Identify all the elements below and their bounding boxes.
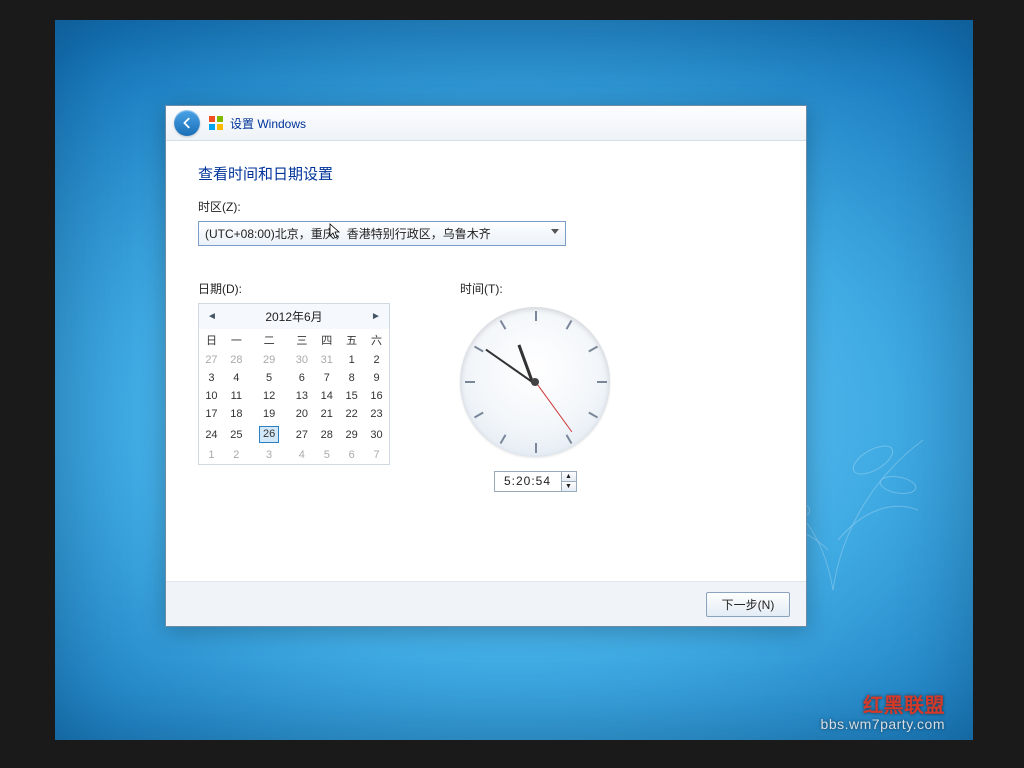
date-label: 日期(D): bbox=[198, 280, 390, 297]
dialog-title: 设置 Windows bbox=[230, 115, 306, 132]
calendar-day[interactable]: 27 bbox=[199, 351, 224, 369]
watermark: 红黑联盟 bbs.wm7party.com bbox=[821, 696, 945, 732]
calendar-grid: 日一二三四五六 27282930311234567891011121314151… bbox=[199, 329, 389, 464]
calendar-day[interactable]: 8 bbox=[339, 369, 364, 387]
mouse-cursor bbox=[329, 223, 341, 239]
clock-second-hand bbox=[535, 381, 572, 432]
calendar-day[interactable]: 31 bbox=[314, 351, 339, 369]
calendar-day[interactable]: 6 bbox=[339, 446, 364, 464]
time-spinner[interactable]: 5:20:54 ▲ ▼ bbox=[494, 471, 577, 492]
analog-clock bbox=[460, 307, 610, 457]
calendar-day[interactable]: 16 bbox=[364, 387, 389, 405]
calendar-day[interactable]: 19 bbox=[249, 405, 290, 423]
calendar-header: ◄ 2012年6月 ► bbox=[199, 304, 389, 329]
calendar-day[interactable]: 3 bbox=[249, 446, 290, 464]
calendar-day[interactable]: 14 bbox=[314, 387, 339, 405]
calendar-day[interactable]: 13 bbox=[289, 387, 314, 405]
time-spin-down[interactable]: ▼ bbox=[562, 482, 576, 491]
calendar-day[interactable]: 5 bbox=[249, 369, 290, 387]
timezone-value: (UTC+08:00)北京，重庆，香港特别行政区，乌鲁木齐 bbox=[205, 227, 491, 241]
monitor-frame: 设置 Windows 查看时间和日期设置 时区(Z): (UTC+08:00)北… bbox=[0, 0, 1024, 768]
calendar-day[interactable]: 1 bbox=[199, 446, 224, 464]
calendar-day[interactable]: 28 bbox=[224, 351, 249, 369]
calendar-weekday: 五 bbox=[339, 329, 364, 351]
watermark-url: bbs.wm7party.com bbox=[821, 716, 945, 732]
calendar-day[interactable]: 17 bbox=[199, 405, 224, 423]
calendar-day[interactable]: 12 bbox=[249, 387, 290, 405]
date-column: 日期(D): ◄ 2012年6月 ► 日一二三四五六 2728293031123… bbox=[198, 280, 390, 492]
calendar-day[interactable]: 7 bbox=[314, 369, 339, 387]
clock-hub bbox=[531, 378, 539, 386]
calendar-day[interactable]: 28 bbox=[314, 423, 339, 446]
time-value[interactable]: 5:20:54 bbox=[495, 472, 561, 491]
calendar-day[interactable]: 4 bbox=[224, 369, 249, 387]
calendar-day[interactable]: 4 bbox=[289, 446, 314, 464]
calendar-day[interactable]: 30 bbox=[364, 423, 389, 446]
calendar-day[interactable]: 27 bbox=[289, 423, 314, 446]
calendar-day[interactable]: 30 bbox=[289, 351, 314, 369]
calendar-day[interactable]: 22 bbox=[339, 405, 364, 423]
calendar-day[interactable]: 23 bbox=[364, 405, 389, 423]
calendar-day[interactable]: 20 bbox=[289, 405, 314, 423]
desktop-background: 设置 Windows 查看时间和日期设置 时区(Z): (UTC+08:00)北… bbox=[55, 20, 973, 740]
calendar-next-button[interactable]: ► bbox=[369, 310, 383, 324]
calendar-day[interactable]: 5 bbox=[314, 446, 339, 464]
calendar-day[interactable]: 26 bbox=[249, 423, 290, 446]
calendar-day[interactable]: 18 bbox=[224, 405, 249, 423]
calendar-weekday: 三 bbox=[289, 329, 314, 351]
calendar-day[interactable]: 21 bbox=[314, 405, 339, 423]
calendar-weekday: 四 bbox=[314, 329, 339, 351]
dialog-header: 设置 Windows bbox=[166, 106, 806, 141]
watermark-logo: 红黑联盟 bbox=[821, 696, 945, 716]
calendar-day[interactable]: 10 bbox=[199, 387, 224, 405]
calendar-weekday: 二 bbox=[249, 329, 290, 351]
calendar-day[interactable]: 7 bbox=[364, 446, 389, 464]
calendar-month-title: 2012年6月 bbox=[265, 308, 322, 325]
calendar-day[interactable]: 29 bbox=[249, 351, 290, 369]
calendar-weekday: 一 bbox=[224, 329, 249, 351]
calendar-weekday: 六 bbox=[364, 329, 389, 351]
calendar-day[interactable]: 3 bbox=[199, 369, 224, 387]
next-button[interactable]: 下一步(N) bbox=[706, 592, 790, 617]
dialog-footer: 下一步(N) bbox=[166, 581, 806, 626]
calendar-day[interactable]: 6 bbox=[289, 369, 314, 387]
calendar-day[interactable]: 29 bbox=[339, 423, 364, 446]
calendar-day[interactable]: 24 bbox=[199, 423, 224, 446]
calendar-day[interactable]: 25 bbox=[224, 423, 249, 446]
calendar-day[interactable]: 2 bbox=[224, 446, 249, 464]
calendar[interactable]: ◄ 2012年6月 ► 日一二三四五六 27282930311234567891… bbox=[198, 303, 390, 465]
calendar-day[interactable]: 1 bbox=[339, 351, 364, 369]
calendar-day[interactable]: 9 bbox=[364, 369, 389, 387]
time-column: 时间(T): 5:20:54 ▲ ▼ bbox=[460, 280, 610, 492]
time-label: 时间(T): bbox=[460, 280, 503, 297]
calendar-day[interactable]: 2 bbox=[364, 351, 389, 369]
page-title: 查看时间和日期设置 bbox=[198, 163, 774, 184]
calendar-weekday: 日 bbox=[199, 329, 224, 351]
back-button[interactable] bbox=[174, 110, 200, 136]
timezone-label: 时区(Z): bbox=[198, 198, 774, 215]
setup-dialog: 设置 Windows 查看时间和日期设置 时区(Z): (UTC+08:00)北… bbox=[165, 105, 807, 627]
time-spin-up[interactable]: ▲ bbox=[562, 472, 576, 482]
dialog-body: 查看时间和日期设置 时区(Z): (UTC+08:00)北京，重庆，香港特别行政… bbox=[166, 141, 806, 492]
calendar-prev-button[interactable]: ◄ bbox=[205, 310, 219, 324]
windows-flag-icon bbox=[208, 115, 224, 131]
timezone-select[interactable]: (UTC+08:00)北京，重庆，香港特别行政区，乌鲁木齐 bbox=[198, 221, 566, 246]
calendar-day[interactable]: 15 bbox=[339, 387, 364, 405]
calendar-day[interactable]: 11 bbox=[224, 387, 249, 405]
